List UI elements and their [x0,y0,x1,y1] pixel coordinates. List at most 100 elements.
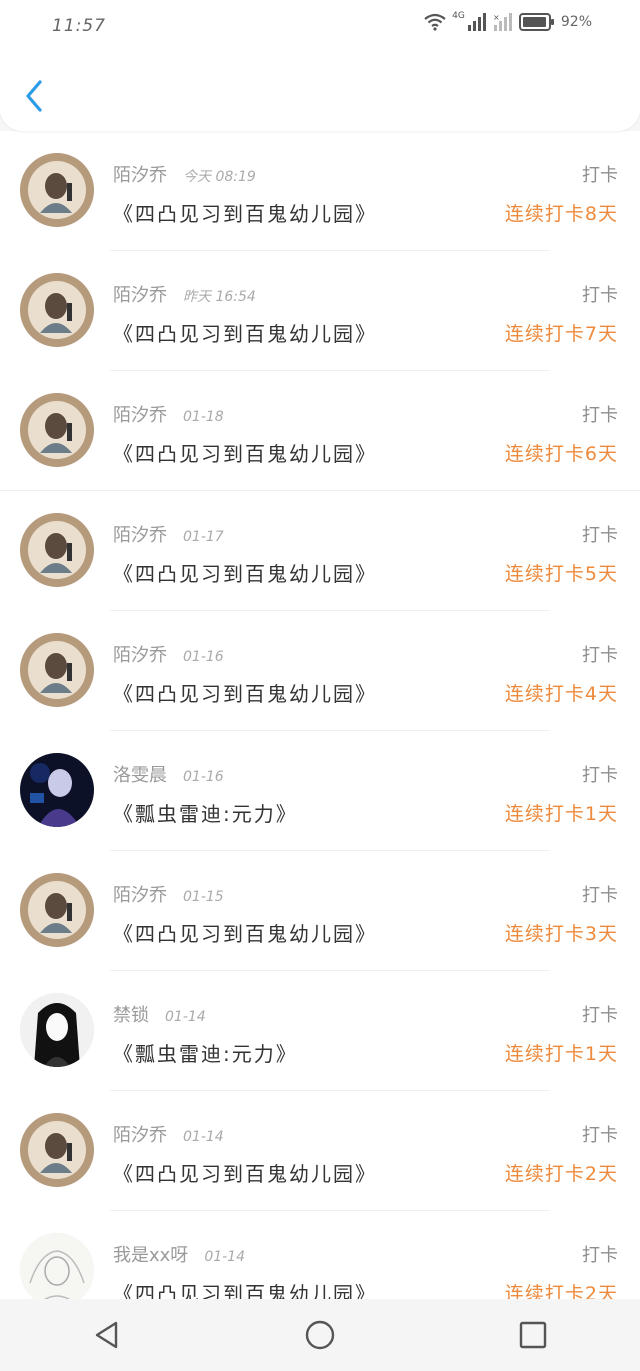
nav-recents-button[interactable] [503,1305,563,1365]
action-label: 打卡 [582,525,618,546]
streak-label: 连续打卡5天 [504,563,618,585]
user-avatar[interactable] [20,1113,94,1187]
username-line: 禁锁 01-14 [113,1001,206,1027]
username-line: 陌汐乔 01-15 [113,881,224,907]
chevron-left-icon [26,80,42,112]
username-line: 陌汐乔 昨天 16:54 [113,281,256,307]
streak-label: 连续打卡2天 [504,1283,618,1299]
username-line: 陌汐乔 01-16 [113,641,224,667]
signal-icon [467,13,486,31]
username[interactable]: 我是xx呀 [113,1245,188,1266]
list-item[interactable]: 禁锁 01-14 《瓢虫雷迪:元力》 打卡 连续打卡1天 [0,971,640,1091]
username[interactable]: 陌汐乔 [113,525,167,546]
book-title[interactable]: 《四凸见习到百鬼幼儿园》 [113,318,377,347]
username[interactable]: 陌汐乔 [113,285,167,306]
svg-text:×: × [493,13,500,22]
timestamp: 今天 08:19 [183,169,256,185]
username-line: 陌汐乔 01-17 [113,521,224,547]
action-label: 打卡 [582,885,618,906]
user-avatar[interactable] [20,1233,94,1299]
action-label: 打卡 [582,765,618,786]
streak-label: 连续打卡1天 [504,1043,618,1065]
timestamp: 01-14 [165,1009,206,1025]
square-recents-icon [520,1321,547,1349]
user-avatar[interactable] [20,513,94,587]
action-label: 打卡 [582,1125,618,1146]
action-label: 打卡 [582,1245,618,1266]
book-title[interactable]: 《四凸见习到百鬼幼儿园》 [113,558,377,587]
battery-percent: 92% [560,14,592,30]
timestamp: 昨天 16:54 [183,289,256,305]
streak-label: 连续打卡1天 [504,803,618,825]
streak-label: 连续打卡4天 [504,683,618,705]
action-label: 打卡 [582,645,618,666]
list-item[interactable]: 陌汐乔 01-18 《四凸见习到百鬼幼儿园》 打卡 连续打卡6天 [0,371,640,491]
list-item[interactable]: 洛雯晨 01-16 《瓢虫雷迪:元力》 打卡 连续打卡1天 [0,731,640,851]
circle-home-icon [305,1320,335,1350]
nav-home-button[interactable] [290,1305,350,1365]
streak-label: 连续打卡3天 [504,923,618,945]
username-line: 我是xx呀 01-14 [113,1241,245,1267]
timestamp: 01-16 [183,649,224,665]
user-avatar[interactable] [20,633,94,707]
user-avatar[interactable] [20,753,94,827]
book-title[interactable]: 《四凸见习到百鬼幼儿园》 [113,918,377,947]
username[interactable]: 陌汐乔 [113,645,167,666]
username[interactable]: 禁锁 [113,1005,149,1026]
book-title[interactable]: 《四凸见习到百鬼幼儿园》 [113,198,377,227]
username[interactable]: 陌汐乔 [113,885,167,906]
user-avatar[interactable] [20,273,94,347]
signal-empty-icon: × [493,13,512,31]
wifi-icon [424,13,446,31]
timestamp: 01-17 [183,529,224,545]
system-nav-bar [0,1299,640,1371]
streak-label: 连续打卡7天 [504,323,618,345]
username-line: 陌汐乔 今天 08:19 [113,161,256,187]
timestamp: 01-15 [183,889,224,905]
book-title[interactable]: 《瓢虫雷迪:元力》 [113,798,298,827]
timestamp: 01-14 [183,1129,224,1145]
action-label: 打卡 [582,285,618,306]
username-line: 陌汐乔 01-18 [113,401,224,427]
header: 11:57 4G × 92% [0,0,640,131]
back-button[interactable] [20,76,52,116]
username[interactable]: 洛雯晨 [113,765,167,786]
network-type: 4G [452,11,465,21]
streak-label: 连续打卡8天 [504,203,618,225]
user-avatar[interactable] [20,393,94,467]
list-item[interactable]: 陌汐乔 01-16 《四凸见习到百鬼幼儿园》 打卡 连续打卡4天 [0,611,640,731]
username-line: 陌汐乔 01-14 [113,1121,224,1147]
book-title[interactable]: 《四凸见习到百鬼幼儿园》 [113,1158,377,1187]
username[interactable]: 陌汐乔 [113,165,167,186]
list-item[interactable]: 陌汐乔 01-15 《四凸见习到百鬼幼儿园》 打卡 连续打卡3天 [0,851,640,971]
username[interactable]: 陌汐乔 [113,1125,167,1146]
action-label: 打卡 [582,405,618,426]
list-item[interactable]: 陌汐乔 01-14 《四凸见习到百鬼幼儿园》 打卡 连续打卡2天 [0,1091,640,1211]
book-title[interactable]: 《四凸见习到百鬼幼儿园》 [113,678,377,707]
action-label: 打卡 [582,1005,618,1026]
user-avatar[interactable] [20,993,94,1067]
action-label: 打卡 [582,165,618,186]
timestamp: 01-16 [183,769,224,785]
username-line: 洛雯晨 01-16 [113,761,224,787]
list-item[interactable]: 陌汐乔 昨天 16:54 《四凸见习到百鬼幼儿园》 打卡 连续打卡7天 [0,251,640,371]
username[interactable]: 陌汐乔 [113,405,167,426]
timestamp: 01-14 [204,1249,245,1265]
nav-back-button[interactable] [77,1305,137,1365]
streak-label: 连续打卡2天 [504,1163,618,1185]
triangle-back-icon [95,1321,117,1349]
user-avatar[interactable] [20,873,94,947]
book-title[interactable]: 《四凸见习到百鬼幼儿园》 [113,438,377,467]
book-title[interactable]: 《四凸见习到百鬼幼儿园》 [113,1278,377,1299]
list-item[interactable]: 陌汐乔 01-17 《四凸见习到百鬼幼儿园》 打卡 连续打卡5天 [0,491,640,611]
status-time: 11:57 [52,16,106,36]
timestamp: 01-18 [183,409,224,425]
list-item[interactable]: 陌汐乔 今天 08:19 《四凸见习到百鬼幼儿园》 打卡 连续打卡8天 [0,131,640,251]
streak-label: 连续打卡6天 [504,443,618,465]
user-avatar[interactable] [20,153,94,227]
battery-icon [518,13,554,31]
book-title[interactable]: 《瓢虫雷迪:元力》 [113,1038,298,1067]
checkin-list: 陌汐乔 今天 08:19 《四凸见习到百鬼幼儿园》 打卡 连续打卡8天 陌汐乔 昨天… [0,131,640,1299]
list-item[interactable]: 我是xx呀 01-14 《四凸见习到百鬼幼儿园》 打卡 连续打卡2天 [0,1211,640,1299]
status-icons: 4G × 92% [424,11,592,31]
